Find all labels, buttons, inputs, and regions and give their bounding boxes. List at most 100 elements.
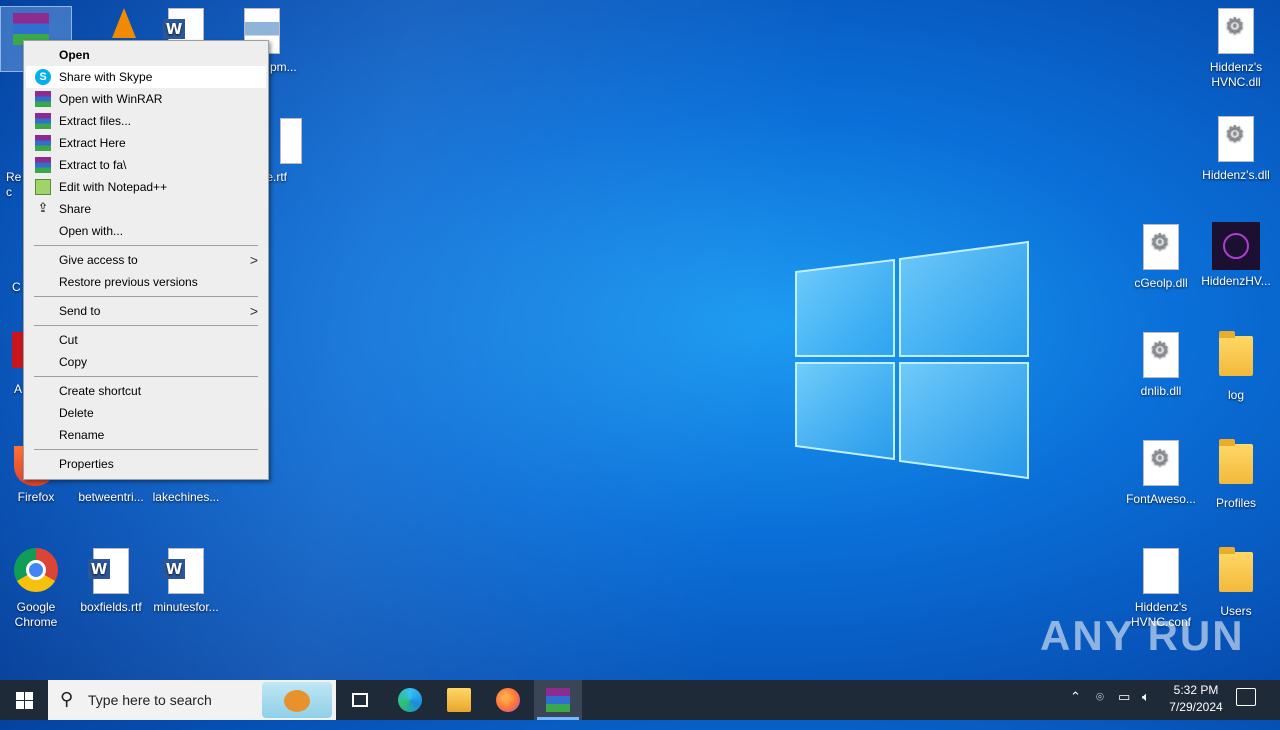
file-explorer-taskbar-button[interactable]: [435, 680, 483, 720]
menu-item-edit-with-notepadpp[interactable]: Edit with Notepad++: [26, 176, 266, 198]
menu-item-open-with[interactable]: Open with...: [26, 220, 266, 242]
menu-item-send-to[interactable]: Send to >: [26, 300, 266, 322]
lakechines-label: lakechines...: [152, 490, 220, 504]
windows-logo-wallpaper: [790, 240, 1035, 480]
menu-item-label: Send to: [59, 304, 101, 318]
network-icon[interactable]: ▭: [1118, 690, 1130, 730]
folder-icon: [1219, 331, 1253, 376]
menu-item-give-access-to[interactable]: Give access to >: [26, 249, 266, 271]
menu-item-label: Extract to fa\: [59, 158, 127, 172]
menu-item-share[interactable]: ⇪ Share: [26, 198, 266, 220]
firefox-taskbar-button[interactable]: [484, 680, 532, 720]
dnlib-dll-icon[interactable]: dnlib.dll: [1125, 332, 1197, 399]
menu-item-copy[interactable]: Copy: [26, 351, 266, 373]
share-icon: ⇪: [37, 201, 49, 216]
log-folder-label: log: [1227, 388, 1244, 402]
partial-a-label: A: [14, 382, 23, 396]
fontawesome-dll-icon[interactable]: FontAweso...: [1125, 440, 1197, 507]
menu-item-label: Rename: [59, 428, 105, 442]
menu-item-label: Share: [59, 202, 92, 216]
task-view-icon: [352, 693, 368, 707]
winrar-icon: [546, 688, 570, 712]
menu-separator: [34, 376, 258, 377]
clock-date: 7/29/2024: [1169, 700, 1223, 714]
boxfields-rtf-icon[interactable]: boxfields.rtf: [75, 548, 147, 615]
betweentri-label: betweentri...: [78, 490, 144, 504]
folder-icon: [1219, 547, 1253, 592]
dnlib-dll-label: dnlib.dll: [1140, 384, 1182, 398]
menu-item-open-with-winrar[interactable]: Open with WinRAR: [26, 88, 266, 110]
context-menu: Open S Share with Skype Open with WinRAR…: [23, 40, 269, 480]
menu-item-rename[interactable]: Rename: [26, 424, 266, 446]
minutesfor-icon[interactable]: minutesfor...: [150, 548, 222, 615]
menu-item-properties[interactable]: Properties: [26, 453, 266, 475]
show-hidden-icons-chevron[interactable]: ⌃: [1070, 690, 1081, 730]
clock-time: 5:32 PM: [1173, 683, 1219, 697]
menu-item-cut[interactable]: Cut: [26, 329, 266, 351]
winrar-taskbar-button[interactable]: [534, 680, 582, 720]
hiddenz-hvnc-dll-label: Hiddenz's HVNC.dll: [1209, 60, 1263, 89]
menu-item-share-with-skype[interactable]: S Share with Skype: [26, 66, 266, 88]
menu-item-label: Share with Skype: [59, 70, 153, 84]
firefox-label: Firefox: [17, 490, 55, 504]
task-view-button[interactable]: [336, 680, 384, 720]
dll-file-icon: [1143, 440, 1179, 486]
hiddenz-dll-label: Hiddenz's.dll: [1202, 168, 1270, 182]
volume-icon[interactable]: 🔈︎: [1142, 690, 1150, 730]
winrar-icon: [35, 157, 51, 173]
menu-item-label: Open with WinRAR: [59, 92, 163, 106]
log-folder-icon[interactable]: log: [1200, 331, 1272, 403]
edge-icon: [398, 688, 422, 712]
profiles-folder-icon[interactable]: Profiles: [1200, 439, 1272, 511]
cgeolp-dll-icon[interactable]: cGeolp.dll: [1125, 224, 1197, 291]
word-doc-icon: [163, 548, 204, 594]
menu-item-extract-to[interactable]: Extract to fa\: [26, 154, 266, 176]
menu-item-delete[interactable]: Delete: [26, 402, 266, 424]
users-folder-icon[interactable]: Users: [1200, 547, 1272, 619]
chrome-icon: [14, 548, 58, 592]
clock[interactable]: 5:32 PM 7/29/2024: [1160, 682, 1232, 716]
partial-c-label: C: [12, 280, 21, 294]
hiddenzhv-app-icon[interactable]: HiddenzHV...: [1200, 222, 1272, 289]
partial-shortcut-a[interactable]: A: [0, 330, 24, 397]
menu-item-label: Edit with Notepad++: [59, 180, 168, 194]
file-explorer-icon: [447, 688, 471, 712]
start-button[interactable]: [0, 680, 48, 720]
menu-item-extract-files[interactable]: Extract files...: [26, 110, 266, 132]
menu-separator: [34, 296, 258, 297]
notification-center-icon[interactable]: [1236, 688, 1256, 706]
menu-item-create-shortcut[interactable]: Create shortcut: [26, 380, 266, 402]
dll-file-icon: [1143, 332, 1179, 378]
menu-item-label: Extract files...: [59, 114, 132, 128]
betweentri-icon[interactable]: betweentri...: [75, 490, 147, 505]
search-highlight-image: [262, 682, 332, 718]
menu-item-label: Delete: [59, 406, 94, 420]
dll-file-icon: [1218, 116, 1254, 162]
firefox-desktop-icon[interactable]: Firefox: [0, 490, 72, 505]
search-placeholder: Type here to search: [88, 692, 212, 708]
hiddenz-hvnc-dll-icon[interactable]: Hiddenz's HVNC.dll: [1200, 8, 1272, 90]
eye-app-icon: [1212, 222, 1260, 270]
winrar-icon: [35, 91, 51, 107]
winrar-icon: [35, 135, 51, 151]
meet-now-icon[interactable]: ⌾: [1096, 690, 1104, 730]
dll-file-icon: [1218, 8, 1254, 54]
lakechines-icon[interactable]: lakechines...: [150, 490, 222, 505]
recycle-bin-icon[interactable]: Rec: [0, 118, 24, 200]
menu-item-label: Cut: [59, 333, 78, 347]
menu-item-label: Copy: [59, 355, 88, 369]
firefox-icon: [496, 688, 520, 712]
boxfields-label: boxfields.rtf: [80, 600, 142, 614]
menu-separator: [34, 245, 258, 246]
google-chrome-desktop-icon[interactable]: Google Chrome: [0, 548, 72, 630]
menu-item-restore-previous-versions[interactable]: Restore previous versions: [26, 271, 266, 293]
taskbar-search-box[interactable]: ⚲ Type here to search: [48, 680, 336, 720]
menu-item-extract-here[interactable]: Extract Here: [26, 132, 266, 154]
partial-shortcut-c[interactable]: C: [0, 228, 24, 295]
skype-icon: S: [35, 69, 51, 85]
chevron-right-icon: >: [249, 252, 258, 268]
menu-item-label: Open: [59, 48, 90, 62]
hiddenz-dll-icon[interactable]: Hiddenz's.dll: [1200, 116, 1272, 183]
menu-item-open[interactable]: Open: [26, 44, 266, 66]
edge-taskbar-button[interactable]: [386, 680, 434, 720]
